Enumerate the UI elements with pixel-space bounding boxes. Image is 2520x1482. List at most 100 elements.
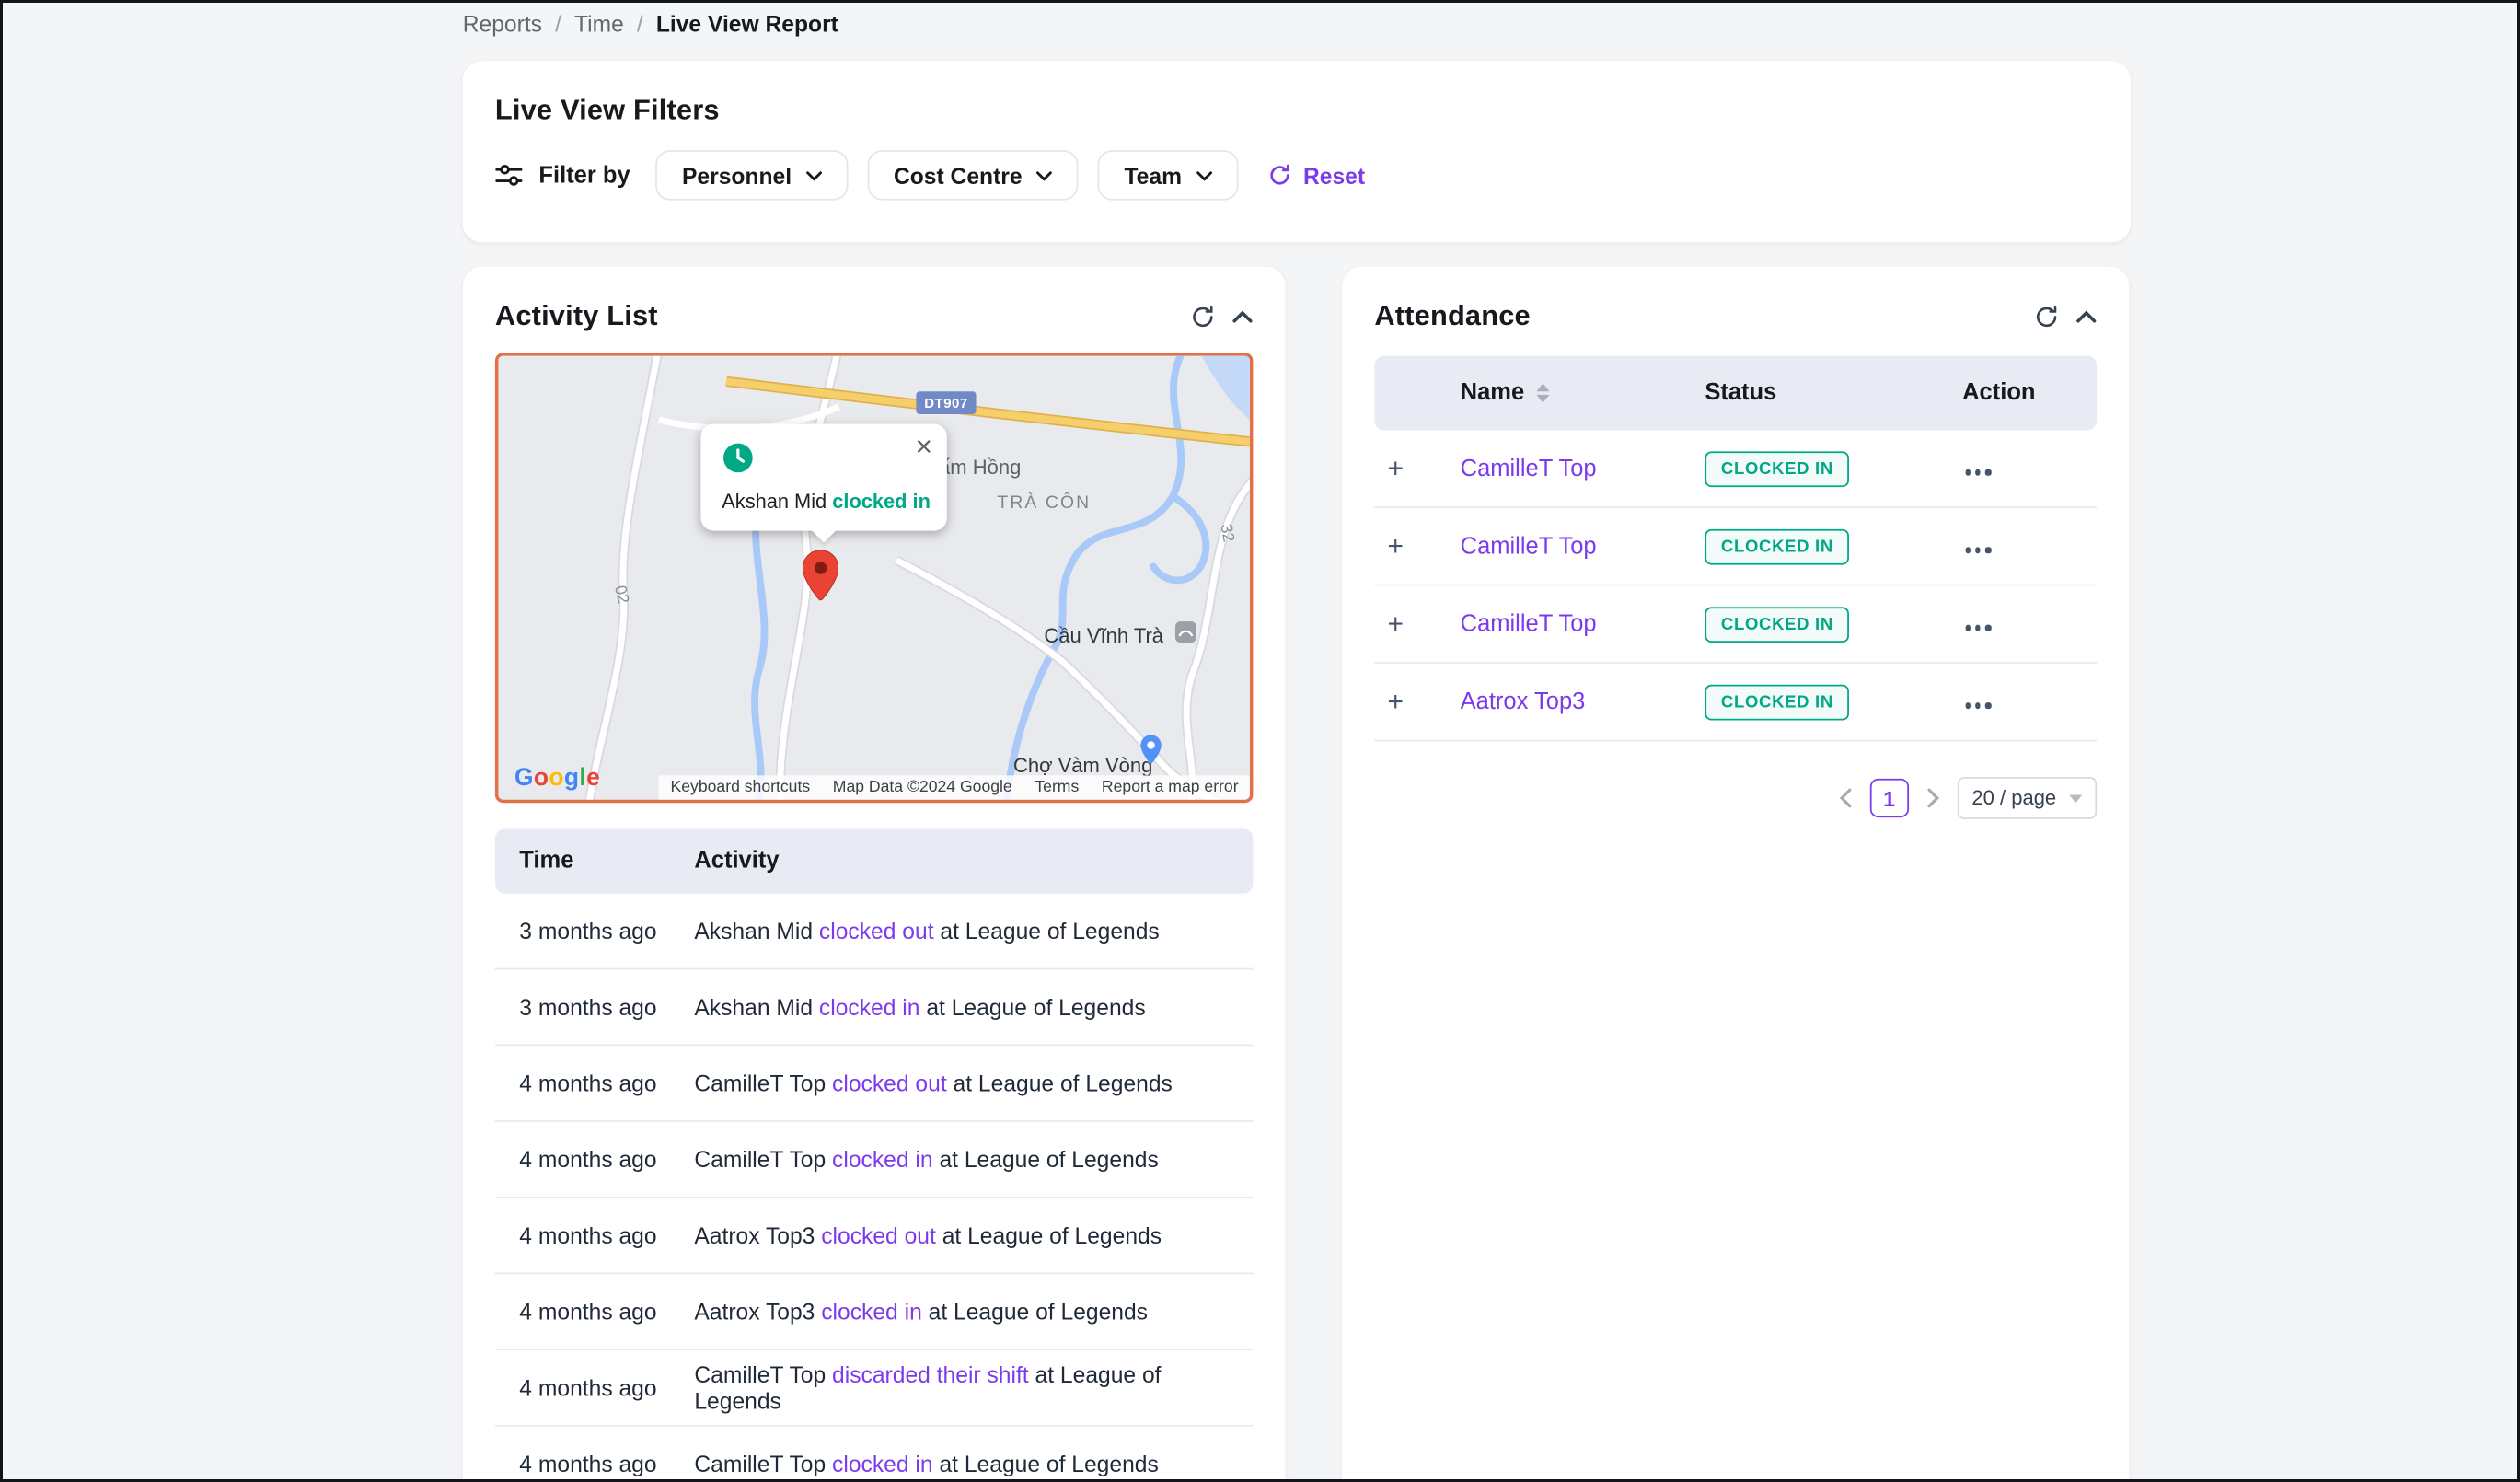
personnel-dropdown-label: Personnel [682,162,792,188]
more-dot [1985,625,1991,631]
activity-action-link[interactable]: clocked out [821,1222,936,1248]
activity-action-link[interactable]: clocked in [832,1451,933,1476]
bridge-icon [1175,621,1196,643]
refresh-icon[interactable] [1190,303,1216,329]
live-view-report-page: Reports / Time / Live View Report Live V… [3,3,2520,1482]
status-badge: CLOCKED IN [1705,528,1849,564]
map-label-area: ấm Hồng [939,457,1021,480]
collapse-chevron-icon[interactable] [2075,309,2097,322]
activity-time: 4 months ago [495,1299,670,1325]
filters-title: Live View Filters [495,94,720,128]
sort-icon[interactable] [1535,376,1548,409]
team-dropdown[interactable]: Team [1098,150,1238,201]
row-actions-button[interactable] [1962,463,1994,481]
activity-row: 4 months ago CamilleT Top clocked out at … [495,1046,1253,1122]
attendance-header-name: Name [1461,376,1705,409]
activity-time: 4 months ago [495,1451,670,1476]
refresh-icon[interactable] [2034,303,2060,329]
activity-actor: CamilleT Top [694,1071,826,1096]
row-actions-button[interactable] [1962,697,1994,715]
breadcrumb-time[interactable]: Time [574,11,624,37]
report-map-error-link[interactable]: Report a map error [1102,779,1239,796]
activity-action-link[interactable]: clocked out [819,918,934,944]
chevron-down-icon [2069,794,2082,809]
app-window: Reports / Time / Live View Report Live V… [0,0,2520,1482]
market-poi-icon[interactable] [1139,735,1162,771]
breadcrumb-separator: / [555,11,561,37]
activity-row: 4 months ago CamilleT Top clocked in at L… [495,1427,1253,1482]
attendance-header-name-label: Name [1461,380,1525,406]
page-size-select[interactable]: 20 / page [1958,777,2098,819]
activity-actor: CamilleT Top [694,1451,826,1476]
activity-context: at League of Legends [954,1071,1173,1096]
activity-actor: Aatrox Top3 [694,1222,815,1248]
pagination-next-button[interactable] [1924,785,1943,811]
personnel-dropdown[interactable]: Personnel [656,150,849,201]
more-dot [1966,548,1971,553]
terms-link[interactable]: Terms [1035,779,1079,796]
activity-action-link[interactable]: discarded their shift [832,1361,1029,1387]
close-icon[interactable]: × [916,432,933,461]
pagination-page-button[interactable]: 1 [1870,779,1909,817]
more-dot [1976,469,1982,475]
expand-row-button[interactable]: + [1378,608,1414,640]
breadcrumb-reports[interactable]: Reports [463,11,542,37]
activity-header-time: Time [495,849,670,874]
status-badge: CLOCKED IN [1705,684,1849,720]
activity-context: at League of Legends [939,1451,1158,1476]
filters-card-header: Live View Filters [463,61,2131,127]
attendance-table: Name Status Action + CamilleT Top CLOCKED … [1374,356,2097,742]
activity-action-link[interactable]: clocked in [819,994,920,1020]
attendance-name-link[interactable]: CamilleT Top [1461,611,1597,637]
map-label-road-32: 32 [1216,523,1236,544]
activity-action-link[interactable]: clocked in [832,1146,933,1172]
attendance-name-link[interactable]: CamilleT Top [1461,456,1597,481]
attendance-header-status: Status [1705,380,1962,406]
activity-action-link[interactable]: clocked out [832,1071,947,1096]
map[interactable]: DT907 ấm Hồng TRÀ CÔN Cầu Vĩnh Trà Chợ V… [495,353,1253,803]
map-roads-layer [498,356,1249,800]
status-badge: CLOCKED IN [1705,606,1849,642]
activity-row: 3 months agoAkshan Mid clocked in at Lea… [495,969,1253,1046]
expand-row-button[interactable]: + [1378,452,1414,484]
attendance-table-header: Name Status Action [1374,356,2097,431]
activity-time: 4 months ago [495,1071,670,1096]
plus-icon: + [1387,608,1403,638]
row-actions-button[interactable] [1962,541,1994,560]
activity-context: at League of Legends [929,1299,1148,1325]
filters-row: Filter by Personnel Cost Centre Team Res… [495,150,2098,201]
attendance-table-rows: + CamilleT Top CLOCKED IN + CamilleT Top CLOC… [1374,431,2097,742]
filter-sliders-icon [495,163,523,187]
cost-centre-dropdown-label: Cost Centre [894,162,1023,188]
activity-time: 4 months ago [495,1222,670,1248]
activity-time: 4 months ago [495,1374,670,1400]
activity-description: Akshan Mid clocked out at League of Lege… [670,918,1253,944]
activity-action-link[interactable]: clocked in [821,1299,922,1325]
more-dot [1976,625,1982,631]
keyboard-shortcuts-link[interactable]: Keyboard shortcuts [671,779,811,796]
chevron-down-icon [1036,170,1053,180]
collapse-chevron-icon[interactable] [1232,309,1254,322]
team-dropdown-label: Team [1124,162,1182,188]
popup-status: clocked in [832,491,931,514]
expand-row-button[interactable]: + [1378,530,1414,562]
attendance-name-link[interactable]: CamilleT Top [1461,533,1597,559]
map-pin-icon[interactable] [803,550,838,608]
activity-row: 4 months agoAatrox Top3 clocked out at L… [495,1198,1253,1275]
attendance-header-action: Action [1962,380,2097,406]
activity-context: at League of Legends [940,918,1159,944]
cost-centre-dropdown[interactable]: Cost Centre [868,150,1079,201]
reset-label: Reset [1303,162,1365,188]
attendance-name-link[interactable]: Aatrox Top3 [1461,689,1586,714]
attendance-row: + Aatrox Top3 CLOCKED IN [1374,664,2097,741]
activity-context: at League of Legends [939,1146,1158,1172]
row-actions-button[interactable] [1962,619,1994,637]
pagination-prev-button[interactable] [1836,785,1855,811]
expand-row-button[interactable]: + [1378,686,1414,718]
plus-icon: + [1387,686,1403,716]
activity-card-header: Activity List [463,267,1286,333]
map-data-text: Map Data ©2024 Google [833,779,1012,796]
breadcrumb-current: Live View Report [656,11,838,37]
reset-button[interactable]: Reset [1267,162,1365,188]
google-logo[interactable]: Google [514,764,600,792]
